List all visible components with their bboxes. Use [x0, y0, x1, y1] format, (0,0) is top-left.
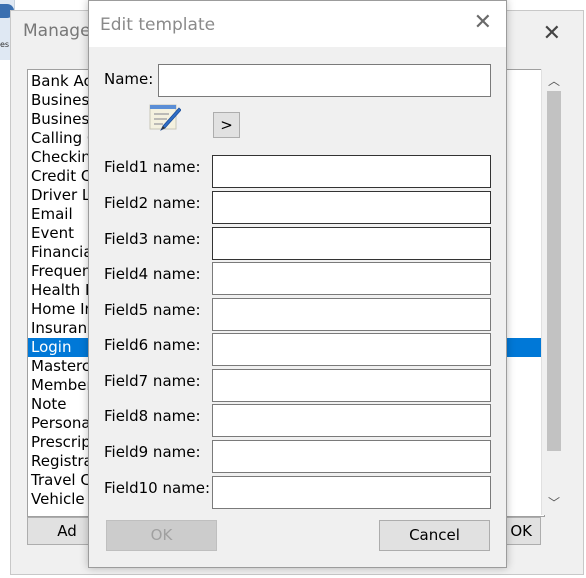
field3-name-input[interactable]: [212, 227, 491, 260]
close-icon[interactable]: ✕: [474, 12, 492, 34]
field8-label: Field8 name:: [104, 407, 201, 425]
field1-label: Field1 name:: [104, 158, 201, 176]
field10-name-input[interactable]: [212, 476, 491, 509]
manage-dialog-title: Manage: [23, 21, 91, 41]
name-label: Name:: [104, 70, 154, 88]
field8-name-input[interactable]: [212, 404, 491, 437]
edit-template-dialog: Edit template ✕ Name: > Field1 name: Fiel…: [88, 0, 507, 568]
field1-name-input[interactable]: [212, 155, 491, 188]
field6-name-input[interactable]: [212, 333, 491, 366]
title-bar: Edit template ✕: [89, 1, 506, 47]
name-input[interactable]: [158, 64, 491, 97]
dialog-title: Edit template: [100, 15, 216, 35]
field4-label: Field4 name:: [104, 265, 201, 283]
field9-name-input[interactable]: [212, 440, 491, 473]
field7-label: Field7 name:: [104, 372, 201, 390]
truncated-label: es: [0, 40, 10, 49]
insert-field-button[interactable]: >: [213, 112, 240, 138]
field5-name-input[interactable]: [212, 298, 491, 331]
cancel-button[interactable]: Cancel: [379, 520, 490, 551]
scroll-thumb[interactable]: [547, 91, 561, 451]
field9-label: Field9 name:: [104, 443, 201, 461]
field4-name-input[interactable]: [212, 262, 491, 295]
field6-label: Field6 name:: [104, 336, 201, 354]
pencil-icon: [149, 104, 181, 131]
field2-name-input[interactable]: [212, 191, 491, 224]
scroll-up-icon[interactable]: ︿: [542, 71, 566, 91]
field5-label: Field5 name:: [104, 301, 201, 319]
ok-button: OK: [106, 520, 217, 551]
close-icon[interactable]: ✕: [543, 23, 561, 45]
field3-label: Field3 name:: [104, 230, 201, 248]
field10-label: Field10 name:: [104, 479, 211, 497]
scroll-down-icon[interactable]: ﹀: [542, 493, 566, 513]
list-scrollbar[interactable]: ︿ ﹀: [541, 69, 566, 515]
field7-name-input[interactable]: [212, 369, 491, 402]
field2-label: Field2 name:: [104, 194, 201, 212]
